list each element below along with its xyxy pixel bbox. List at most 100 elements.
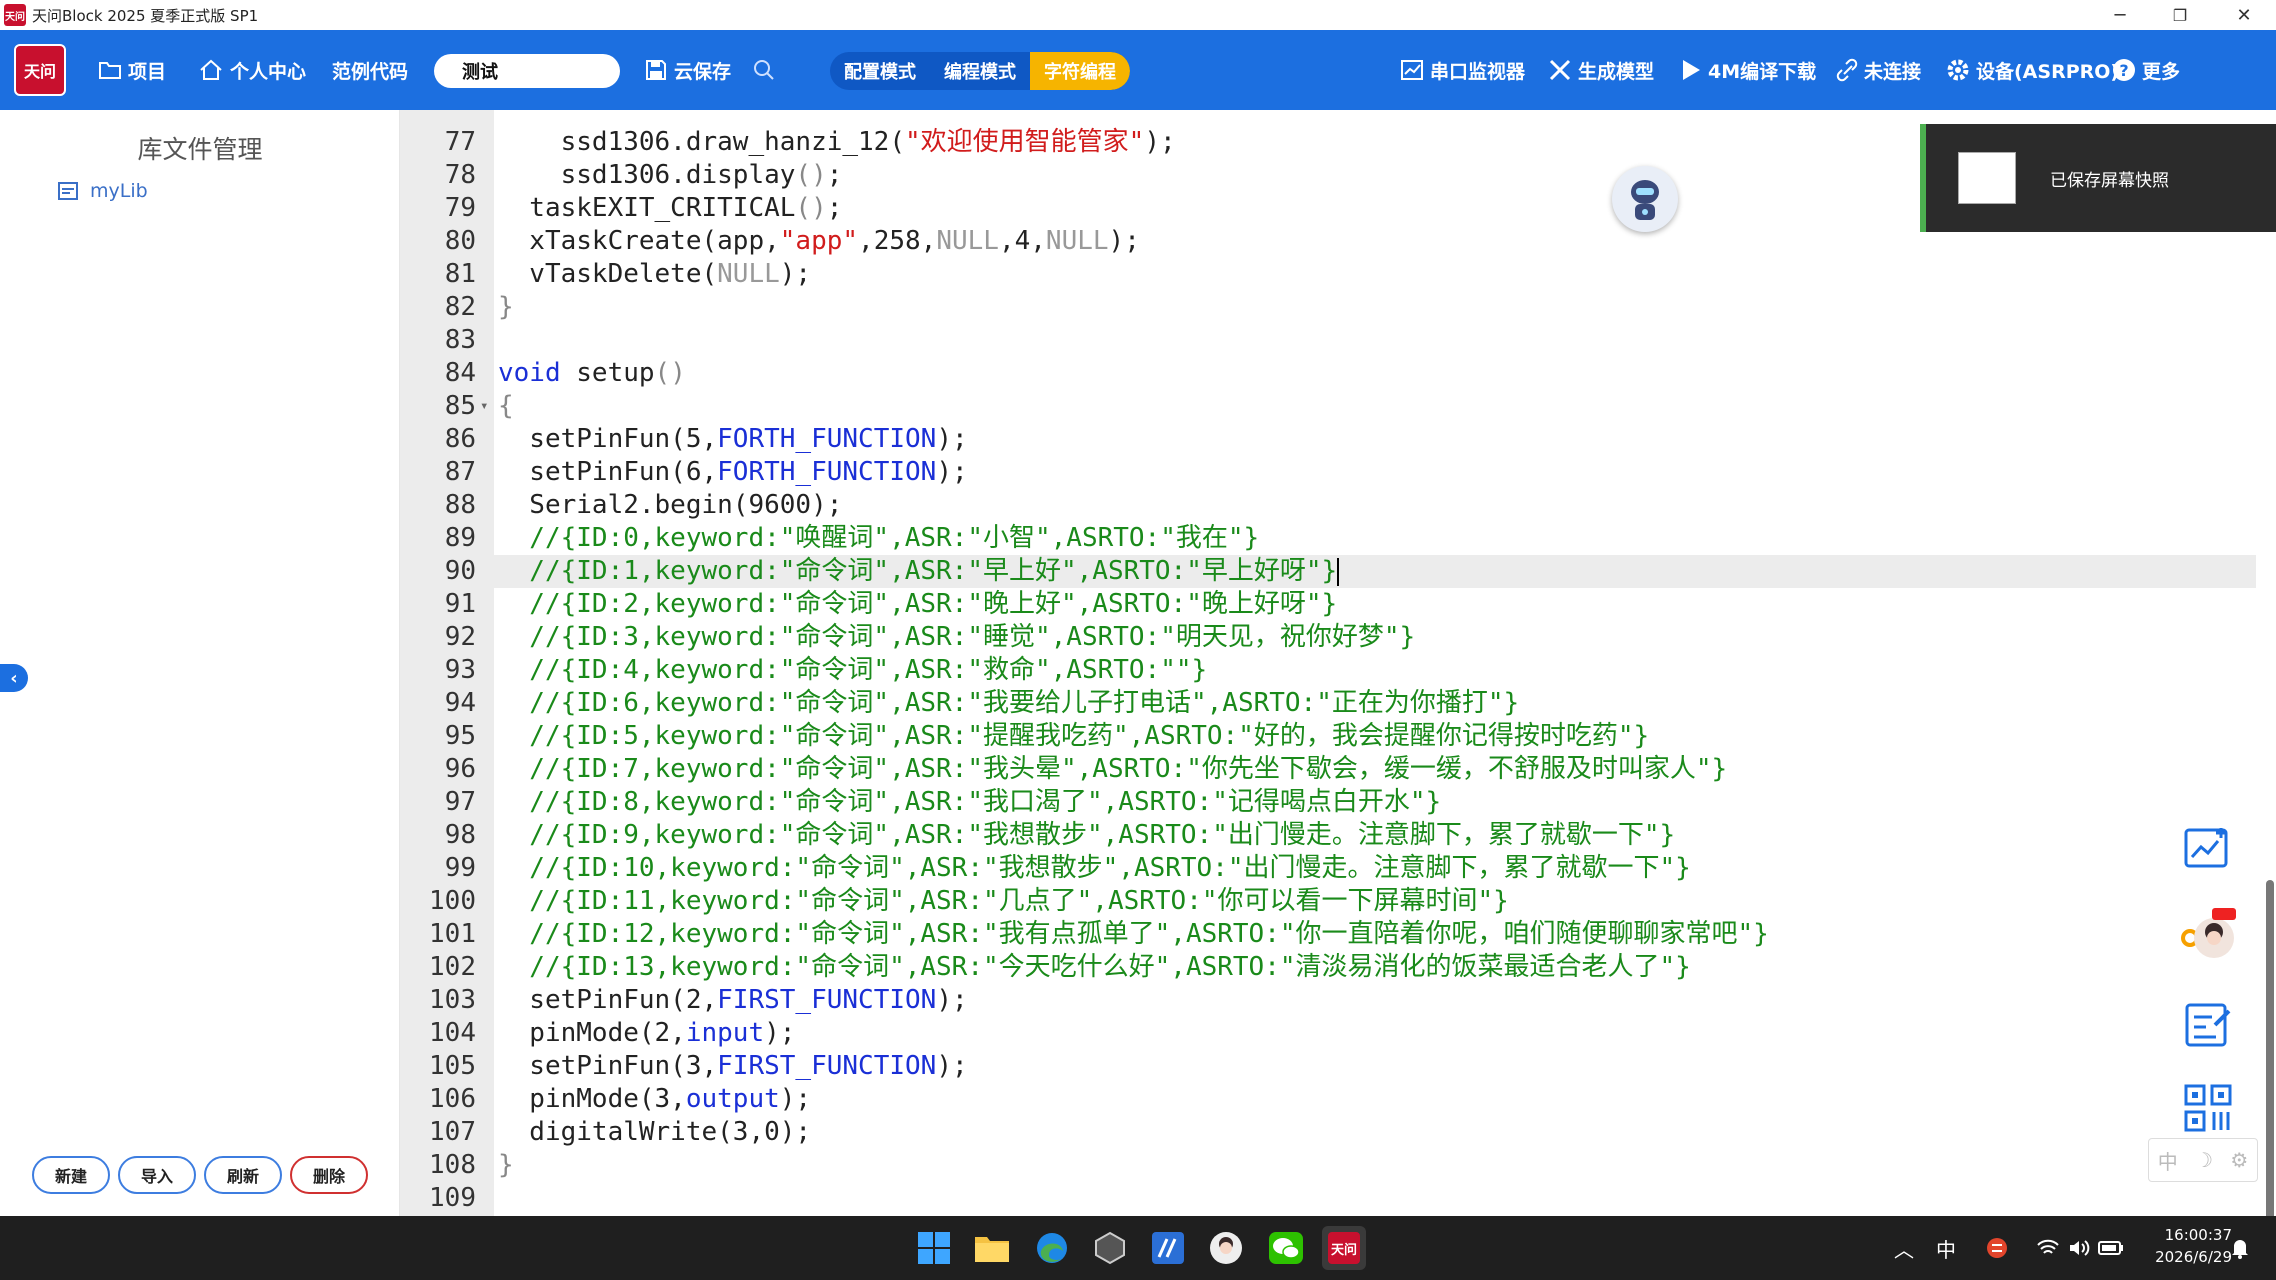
delete-button[interactable]: 删除 bbox=[290, 1156, 368, 1194]
code-line[interactable]: 90 //{ID:1,keyword:"命令词",ASR:"早上好",ASRTO… bbox=[400, 555, 2256, 588]
code-line[interactable]: 95 //{ID:5,keyword:"命令词",ASR:"提醒我吃药",ASR… bbox=[400, 720, 2256, 753]
code-token: taskEXIT_CRITICAL bbox=[498, 193, 796, 223]
example-code-button[interactable]: 范例代码 bbox=[332, 30, 408, 110]
code-line[interactable]: 97 //{ID:8,keyword:"命令词",ASR:"我口渴了",ASRT… bbox=[400, 786, 2256, 819]
tianwen-block-taskbar-icon[interactable]: 天问 bbox=[1322, 1226, 1366, 1270]
editor-scrollbar[interactable] bbox=[2266, 880, 2274, 1220]
screenshot-toast[interactable]: 已保存屏幕快照 bbox=[1920, 124, 2276, 232]
windows-start-icon[interactable] bbox=[912, 1226, 956, 1270]
code-line[interactable]: 107 digitalWrite(3,0); bbox=[400, 1116, 2256, 1149]
assistant-robot-icon[interactable] bbox=[1612, 166, 1678, 232]
connect-label: 未连接 bbox=[1864, 60, 1922, 83]
battery-icon[interactable] bbox=[2098, 1216, 2124, 1280]
code-line[interactable]: 104 pinMode(2,input); bbox=[400, 1017, 2256, 1050]
code-line[interactable]: 102 //{ID:13,keyword:"命令词",ASR:"今天吃什么好",… bbox=[400, 951, 2256, 984]
code-token: ); bbox=[764, 1018, 796, 1048]
generate-model-button[interactable]: 生成模型 bbox=[1548, 30, 1654, 110]
clock[interactable]: 16:00:37 2026/6/29 bbox=[2136, 1224, 2232, 1268]
code-line[interactable]: 89 //{ID:0,keyword:"唤醒词",ASR:"小智",ASRTO:… bbox=[400, 522, 2256, 555]
device-button[interactable]: 设备(ASRPRO) bbox=[1946, 30, 2119, 110]
avatar-app-icon[interactable] bbox=[1204, 1226, 1248, 1270]
code-line[interactable]: 83 bbox=[400, 324, 2256, 357]
line-number: 98 bbox=[444, 820, 476, 850]
qr-code-icon[interactable] bbox=[2180, 1080, 2236, 1136]
code-line[interactable]: 84 void setup() bbox=[400, 357, 2256, 390]
antivirus-tray-icon[interactable] bbox=[1986, 1216, 2008, 1280]
line-number: 89 bbox=[444, 523, 476, 553]
package-app-icon[interactable] bbox=[1088, 1226, 1132, 1270]
program-mode-button[interactable]: 编程模式 bbox=[930, 52, 1030, 90]
line-number: 77 bbox=[444, 127, 476, 157]
code-line[interactable]: 96 //{ID:7,keyword:"命令词",ASR:"我头晕",ASRTO… bbox=[400, 753, 2256, 786]
code-text: //{ID:12,keyword:"命令词",ASR:"我有点孤单了",ASRT… bbox=[498, 918, 1769, 951]
code-line[interactable]: 87 setPinFun(6,FORTH_FUNCTION); bbox=[400, 456, 2256, 489]
project-button[interactable]: 项目 bbox=[98, 30, 166, 110]
file-explorer-icon[interactable] bbox=[970, 1226, 1014, 1270]
code-line[interactable]: 81 vTaskDelete(NULL); bbox=[400, 258, 2256, 291]
char-mode-button[interactable]: 字符编程 bbox=[1030, 52, 1130, 90]
main-toolbar: 天问 项目 个人中心 范例代码 云保存 配置模式 编程模式 字符编程 串口监视器… bbox=[0, 30, 2276, 110]
wifi-icon[interactable] bbox=[2036, 1216, 2060, 1280]
new-button[interactable]: 新建 bbox=[32, 1156, 110, 1194]
code-line[interactable]: 109 bbox=[400, 1182, 2256, 1215]
code-text: //{ID:8,keyword:"命令词",ASR:"我口渴了",ASRTO:"… bbox=[498, 786, 1441, 819]
ime-floating-bar[interactable]: 中 ☽ ⚙ bbox=[2148, 1138, 2258, 1182]
code-line[interactable]: 103 setPinFun(2,FIRST_FUNCTION); bbox=[400, 984, 2256, 1017]
line-number: 95 bbox=[444, 721, 476, 751]
library-item-mylib[interactable]: myLib bbox=[58, 180, 148, 202]
code-text: { bbox=[498, 390, 514, 423]
config-mode-button[interactable]: 配置模式 bbox=[830, 52, 930, 90]
code-line[interactable]: 100 //{ID:11,keyword:"命令词",ASR:"几点了",ASR… bbox=[400, 885, 2256, 918]
import-button[interactable]: 导入 bbox=[118, 1156, 196, 1194]
code-line[interactable]: 108} bbox=[400, 1149, 2256, 1182]
line-number: 80 bbox=[444, 226, 476, 256]
code-line[interactable]: 105 setPinFun(3,FIRST_FUNCTION); bbox=[400, 1050, 2256, 1083]
ime-indicator[interactable]: 中 bbox=[1936, 1216, 1956, 1280]
code-line[interactable]: 86 setPinFun(5,FORTH_FUNCTION); bbox=[400, 423, 2256, 456]
project-name-input[interactable] bbox=[434, 54, 620, 88]
line-number: 100 bbox=[429, 886, 476, 916]
avatar-assistant-icon[interactable] bbox=[2180, 908, 2236, 964]
code-line[interactable]: 91 //{ID:2,keyword:"命令词",ASR:"晚上好",ASRTO… bbox=[400, 588, 2256, 621]
code-app-icon[interactable] bbox=[1146, 1226, 1190, 1270]
code-line[interactable]: 88 Serial2.begin(9600); bbox=[400, 489, 2256, 522]
image-chart-icon[interactable] bbox=[2180, 820, 2236, 876]
compile-download-button[interactable]: 4M编译下载 bbox=[1680, 30, 1816, 110]
code-token: void bbox=[498, 358, 561, 388]
serial-monitor-button[interactable]: 串口监视器 bbox=[1400, 30, 1525, 110]
code-line[interactable]: 85 ▾ { bbox=[400, 390, 2256, 423]
more-label: 更多 bbox=[2142, 60, 2181, 83]
code-line[interactable]: 92 //{ID:3,keyword:"命令词",ASR:"睡觉",ASRTO:… bbox=[400, 621, 2256, 654]
edge-browser-icon[interactable] bbox=[1030, 1226, 1074, 1270]
fold-toggle-icon[interactable]: ▾ bbox=[480, 390, 488, 423]
cloud-save-button[interactable]: 云保存 bbox=[644, 30, 731, 110]
code-line[interactable]: 98 //{ID:9,keyword:"命令词",ASR:"我想散步",ASRT… bbox=[400, 819, 2256, 852]
collapse-sidebar-button[interactable]: ‹ bbox=[0, 664, 28, 692]
code-token: //{ID:5,keyword:"命令词",ASR:"提醒我吃药",ASRTO:… bbox=[498, 721, 1650, 751]
personal-center-button[interactable]: 个人中心 bbox=[198, 30, 306, 110]
code-line[interactable]: 106 pinMode(3,output); bbox=[400, 1083, 2256, 1116]
line-number: 78 bbox=[444, 160, 476, 190]
close-button[interactable]: ✕ bbox=[2214, 0, 2274, 30]
refresh-button[interactable]: 刷新 bbox=[204, 1156, 282, 1194]
wechat-icon[interactable] bbox=[1264, 1226, 1308, 1270]
code-token: NULL bbox=[717, 259, 780, 289]
code-token: "欢迎使用智能管家" bbox=[905, 127, 1145, 157]
code-line[interactable]: 101 //{ID:12,keyword:"命令词",ASR:"我有点孤单了",… bbox=[400, 918, 2256, 951]
connect-button[interactable]: 未连接 bbox=[1836, 30, 1921, 110]
notification-bell-icon[interactable] bbox=[2230, 1216, 2250, 1280]
minimize-button[interactable]: ─ bbox=[2090, 0, 2150, 30]
code-line[interactable]: 93 //{ID:4,keyword:"命令词",ASR:"救命",ASRTO:… bbox=[400, 654, 2256, 687]
more-button[interactable]: ? 更多 bbox=[2112, 30, 2180, 110]
search-button[interactable] bbox=[752, 30, 782, 110]
app-logo[interactable]: 天问 bbox=[14, 44, 66, 96]
code-line[interactable]: 82} bbox=[400, 291, 2256, 324]
code-editor[interactable]: 77 ssd1306.draw_hanzi_12("欢迎使用智能管家"); 78 … bbox=[400, 110, 2256, 1216]
volume-icon[interactable] bbox=[2068, 1216, 2090, 1280]
tray-expand-icon[interactable]: ︿ bbox=[1894, 1216, 1914, 1280]
code-line[interactable]: 99 //{ID:10,keyword:"命令词",ASR:"我想散步",ASR… bbox=[400, 852, 2256, 885]
edit-note-icon[interactable] bbox=[2180, 996, 2236, 1052]
code-token: //{ID:13,keyword:"命令词",ASR:"今天吃什么好",ASRT… bbox=[498, 952, 1691, 982]
code-line[interactable]: 94 //{ID:6,keyword:"命令词",ASR:"我要给儿子打电话",… bbox=[400, 687, 2256, 720]
maximize-button[interactable]: ❐ bbox=[2150, 0, 2210, 30]
